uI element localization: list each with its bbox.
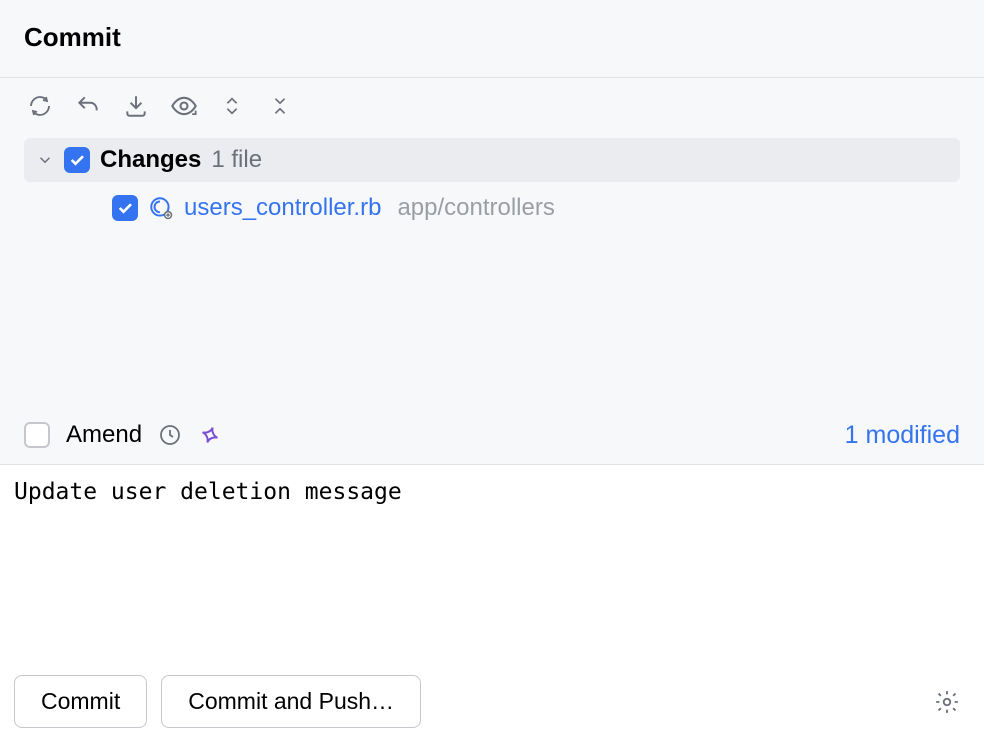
commit-and-push-button[interactable]: Commit and Push… (161, 675, 421, 728)
panel-title: Commit (24, 22, 960, 53)
ruby-controller-icon (148, 195, 174, 221)
commit-message-area (0, 465, 984, 666)
file-path: app/controllers (397, 194, 554, 222)
commit-message-input[interactable] (14, 479, 970, 652)
panel-header: Commit (0, 0, 984, 78)
history-icon[interactable] (158, 423, 182, 447)
shelve-icon[interactable] (122, 92, 150, 120)
changes-header[interactable]: Changes 1 file (24, 138, 960, 182)
refresh-icon[interactable] (26, 92, 54, 120)
changes-checkbox[interactable] (64, 147, 90, 173)
toolbar (0, 78, 984, 138)
amend-checkbox[interactable] (24, 422, 50, 448)
ai-generate-icon[interactable] (198, 423, 222, 447)
footer: Commit Commit and Push… (0, 665, 984, 740)
modified-count[interactable]: 1 modified (845, 421, 960, 450)
preview-diff-icon[interactable] (170, 92, 198, 120)
gear-icon[interactable] (934, 689, 960, 715)
rollback-icon[interactable] (74, 92, 102, 120)
changes-section: Changes 1 file users_controller.rb app/c… (0, 138, 984, 234)
expand-all-icon[interactable] (218, 92, 246, 120)
spacer (0, 234, 984, 407)
changes-label: Changes (100, 146, 201, 174)
file-checkbox[interactable] (112, 195, 138, 221)
changes-count: 1 file (211, 146, 262, 174)
file-name: users_controller.rb (184, 194, 381, 222)
commit-button[interactable]: Commit (14, 675, 147, 728)
amend-row: Amend 1 modified (0, 407, 984, 465)
collapse-all-icon[interactable] (266, 92, 294, 120)
amend-label: Amend (66, 421, 142, 449)
chevron-down-icon[interactable] (36, 151, 54, 169)
file-row[interactable]: users_controller.rb app/controllers (24, 182, 960, 234)
